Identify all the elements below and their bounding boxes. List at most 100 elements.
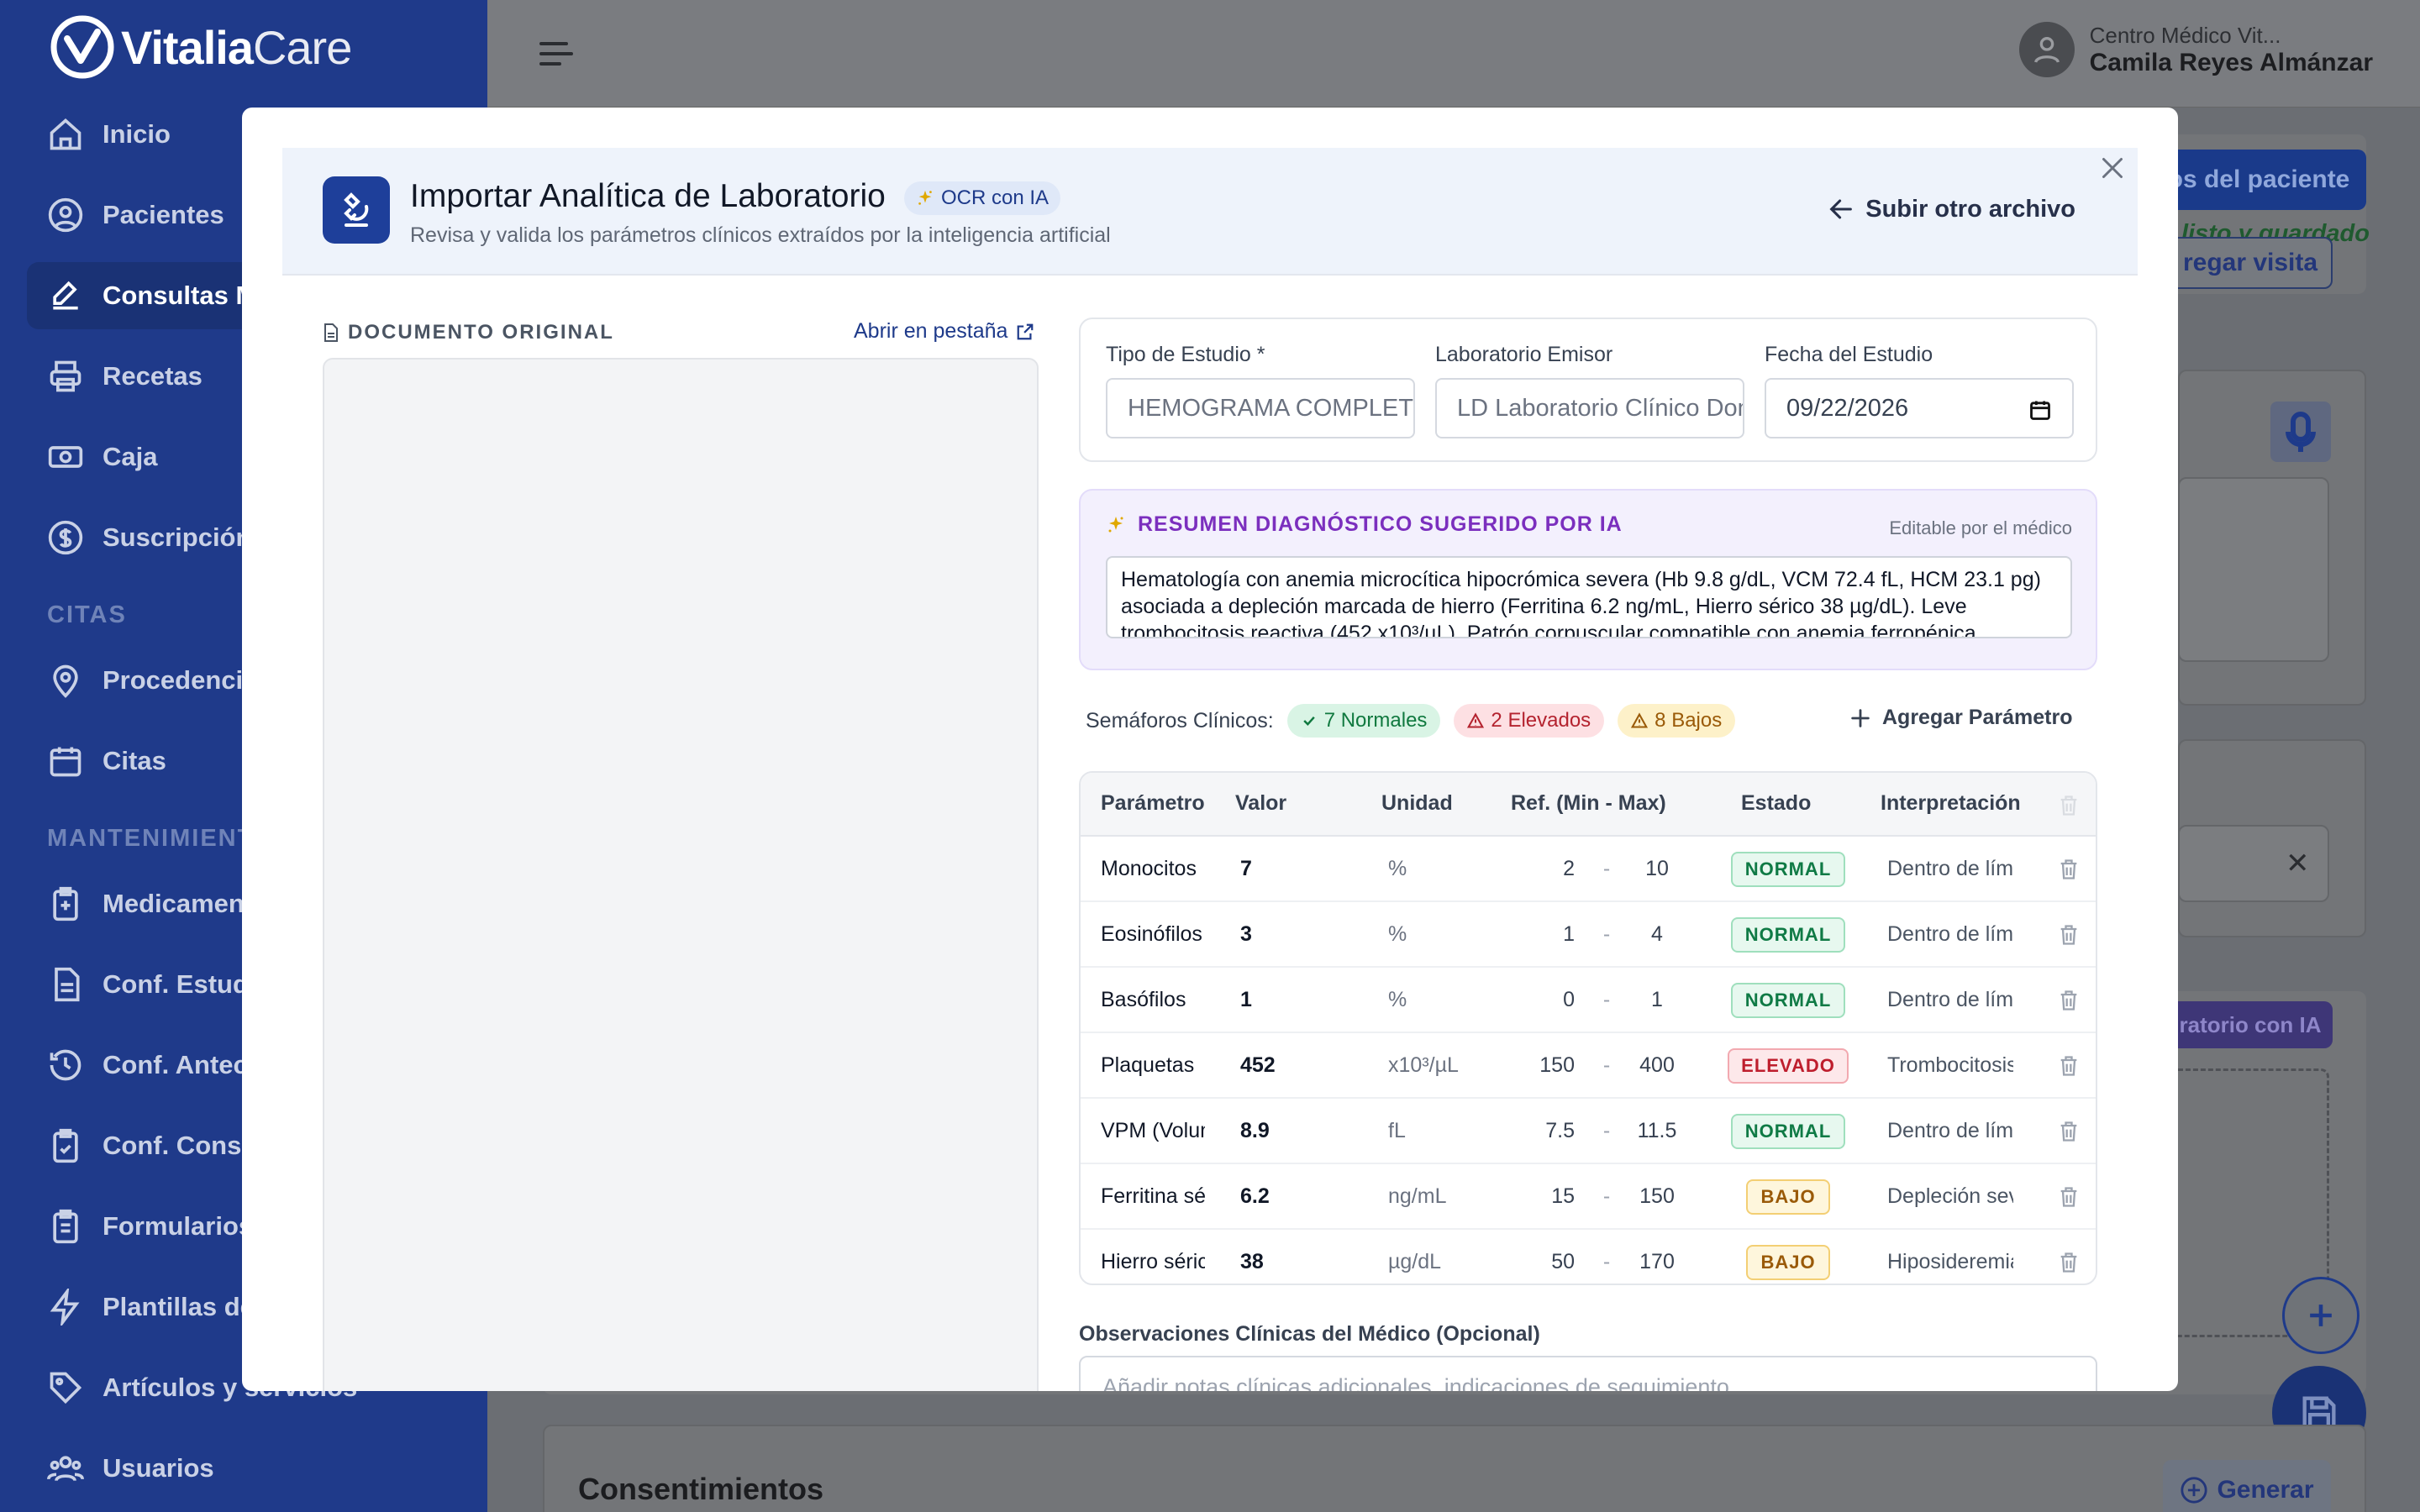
- value-cell[interactable]: 1: [1240, 988, 1341, 1012]
- value-cell[interactable]: 6.2: [1240, 1184, 1341, 1209]
- unit-cell[interactable]: ng/mL: [1388, 1184, 1481, 1209]
- param-name-cell[interactable]: Hierro sérico: [1101, 1250, 1205, 1274]
- home-icon: [50, 118, 82, 150]
- study-metadata-card: Tipo de Estudio * HEMOGRAMA COMPLETO Lab…: [1079, 318, 2097, 462]
- ref-min-cell[interactable]: 1: [1511, 922, 1575, 947]
- document-viewer[interactable]: [323, 358, 1039, 1391]
- param-name-cell[interactable]: Plaquetas: [1101, 1053, 1205, 1078]
- sidebar-item-label: Conf. Antece: [103, 1050, 263, 1079]
- table-row[interactable]: Eosinófilos 3% 1 -4 Dentro de límites NORMAL: [1081, 902, 2096, 968]
- interpretation-cell[interactable]: Dentro de límites: [1887, 857, 2013, 881]
- interpretation-cell[interactable]: Hiposideremia: [1887, 1250, 2013, 1274]
- generate-button[interactable]: Generar: [2163, 1460, 2331, 1512]
- ref-max-cell[interactable]: 170: [1625, 1250, 1689, 1274]
- table-row[interactable]: Ferritina sérica 6.2 ng/mL 15 -150 Depleción …: [1081, 1164, 2096, 1230]
- add-parameter-button[interactable]: Agregar Parámetro: [1849, 706, 2072, 730]
- column-header: Ref. (Min - Max): [1511, 791, 1666, 815]
- unit-cell[interactable]: %: [1388, 988, 1481, 1012]
- interpretation-cell[interactable]: Dentro de límites: [1887, 922, 2013, 947]
- traffic-lights-label: Semáforos Clínicos:: [1086, 708, 1274, 732]
- calendar-icon: [2030, 401, 2050, 420]
- value-cell[interactable]: 3: [1240, 922, 1341, 947]
- microphone-button[interactable]: [2270, 402, 2331, 462]
- param-name-cell[interactable]: Eosinófilos: [1101, 922, 1205, 947]
- ref-min-cell[interactable]: 150: [1511, 1053, 1575, 1078]
- ref-max-cell[interactable]: 400: [1625, 1053, 1689, 1078]
- ref-min-cell[interactable]: 50: [1511, 1250, 1575, 1274]
- warning-icon: [1467, 712, 1485, 728]
- value-cell[interactable]: 452: [1240, 1053, 1341, 1078]
- interpretation-cell[interactable]: Trombocitosis: [1887, 1053, 2013, 1078]
- param-name-cell[interactable]: VPM (Volumen: [1101, 1119, 1205, 1143]
- value-cell[interactable]: 7: [1240, 857, 1341, 881]
- open-in-tab-link[interactable]: Abrir en pestaña: [854, 319, 1034, 344]
- trash-icon[interactable]: [2057, 1184, 2081, 1210]
- trash-icon[interactable]: [2057, 1053, 2081, 1079]
- brand-logo[interactable]: Vitalia Care: [49, 13, 352, 81]
- trash-icon[interactable]: [2057, 1119, 2081, 1144]
- trash-icon[interactable]: [2057, 988, 2081, 1013]
- menu-icon[interactable]: [538, 37, 575, 71]
- study-date-label: Fecha del Estudio: [1765, 343, 1933, 366]
- ref-max-cell[interactable]: 10: [1625, 857, 1689, 881]
- patient-data-button[interactable]: os del paciente: [2151, 150, 2366, 210]
- study-date-input[interactable]: 09/22/2026: [1765, 378, 2074, 438]
- unit-cell[interactable]: x10³/µL: [1388, 1053, 1481, 1078]
- unit-cell[interactable]: fL: [1388, 1119, 1481, 1143]
- param-name-cell[interactable]: Monocitos: [1101, 857, 1205, 881]
- sparkles-icon: [918, 190, 932, 205]
- table-row[interactable]: Monocitos 7% 2 -10 Dentro de límites NORMAL: [1081, 837, 2096, 902]
- unit-cell[interactable]: %: [1388, 922, 1481, 947]
- ai-summary-textarea[interactable]: Hematología con anemia microcítica hipoc…: [1106, 556, 2072, 638]
- user-menu[interactable]: Centro Médico Vit... Camila Reyes Almánz…: [2018, 22, 2373, 77]
- sidebar-item-label: Inicio: [103, 119, 171, 149]
- add-visit-button[interactable]: regar visita: [2168, 237, 2333, 289]
- trash-icon[interactable]: [2057, 857, 2081, 882]
- sidebar-section-citas: CITAS: [47, 601, 127, 628]
- clear-icon[interactable]: ✕: [2286, 847, 2310, 880]
- trash-icon[interactable]: [2057, 1250, 2081, 1275]
- status-badge: NORMAL: [1731, 1114, 1845, 1149]
- upload-another-file-link[interactable]: Subir otro archivo: [1827, 195, 2075, 223]
- param-name-cell[interactable]: Ferritina sérica: [1101, 1184, 1205, 1209]
- ref-min-cell[interactable]: 15: [1511, 1184, 1575, 1209]
- study-type-label: Tipo de Estudio *: [1106, 343, 1265, 366]
- add-fab-button[interactable]: [2282, 1277, 2360, 1354]
- unit-cell[interactable]: µg/dL: [1388, 1250, 1481, 1274]
- interpretation-cell[interactable]: Depleción severa: [1887, 1184, 2013, 1209]
- ref-max-cell[interactable]: 11.5: [1625, 1119, 1689, 1143]
- ref-max-cell[interactable]: 1: [1625, 988, 1689, 1012]
- bg-notes-textarea[interactable]: [2178, 477, 2329, 662]
- interpretation-cell[interactable]: Dentro de límites: [1887, 1119, 2013, 1143]
- table-row[interactable]: VPM (Volumen 8.9 fL 7.5 -11.5 Dentro de límit…: [1081, 1099, 2096, 1164]
- issuing-lab-input[interactable]: LD Laboratorio Clínico Dominicano: [1435, 378, 1744, 438]
- plus-circle-icon: [2181, 1477, 2208, 1504]
- value-cell[interactable]: 8.9: [1240, 1119, 1341, 1143]
- unit-cell[interactable]: %: [1388, 857, 1481, 881]
- ref-min-cell[interactable]: 2: [1511, 857, 1575, 881]
- trash-icon[interactable]: [2057, 922, 2081, 948]
- close-icon[interactable]: [2097, 153, 2128, 183]
- observations-textarea[interactable]: Añadir notas clínicas adicionales, indic…: [1079, 1356, 2097, 1391]
- sidebar-item-usuarios[interactable]: Usuarios: [27, 1435, 497, 1502]
- study-type-input[interactable]: HEMOGRAMA COMPLETO: [1106, 378, 1415, 438]
- ref-max-cell[interactable]: 4: [1625, 922, 1689, 947]
- value-cell[interactable]: 38: [1240, 1250, 1341, 1274]
- clipboard-plus-icon: [53, 886, 78, 921]
- param-name-cell[interactable]: Basófilos: [1101, 988, 1205, 1012]
- ai-summary-title: RESUMEN DIAGNÓSTICO SUGERIDO POR IA: [1106, 512, 1623, 537]
- ref-min-cell[interactable]: 0: [1511, 988, 1575, 1012]
- table-row[interactable]: Plaquetas 452 x10³/µL 150 -400 Trombocitosis E…: [1081, 1033, 2096, 1099]
- lab-ai-button[interactable]: ratorio con IA: [2168, 1001, 2333, 1048]
- table-row[interactable]: Hierro sérico 38 µg/dL 50 -170 Hiposideremia B…: [1081, 1230, 2096, 1284]
- ref-min-cell[interactable]: 7.5: [1511, 1119, 1575, 1143]
- arrow-left-icon: [1829, 199, 1853, 219]
- clipboard-check-icon: [53, 1128, 78, 1163]
- history-icon: [50, 1049, 82, 1081]
- interpretation-cell[interactable]: Dentro de límites: [1887, 988, 2013, 1012]
- table-row[interactable]: Basófilos1%0-1Dentro de límitesNORMAL: [1081, 968, 2096, 1033]
- microphone-icon: [2286, 412, 2316, 452]
- import-lab-modal: Importar Analítica de Laboratorio OCR co…: [242, 108, 2178, 1391]
- brand-name-light: Care: [252, 20, 352, 74]
- ref-max-cell[interactable]: 150: [1625, 1184, 1689, 1209]
